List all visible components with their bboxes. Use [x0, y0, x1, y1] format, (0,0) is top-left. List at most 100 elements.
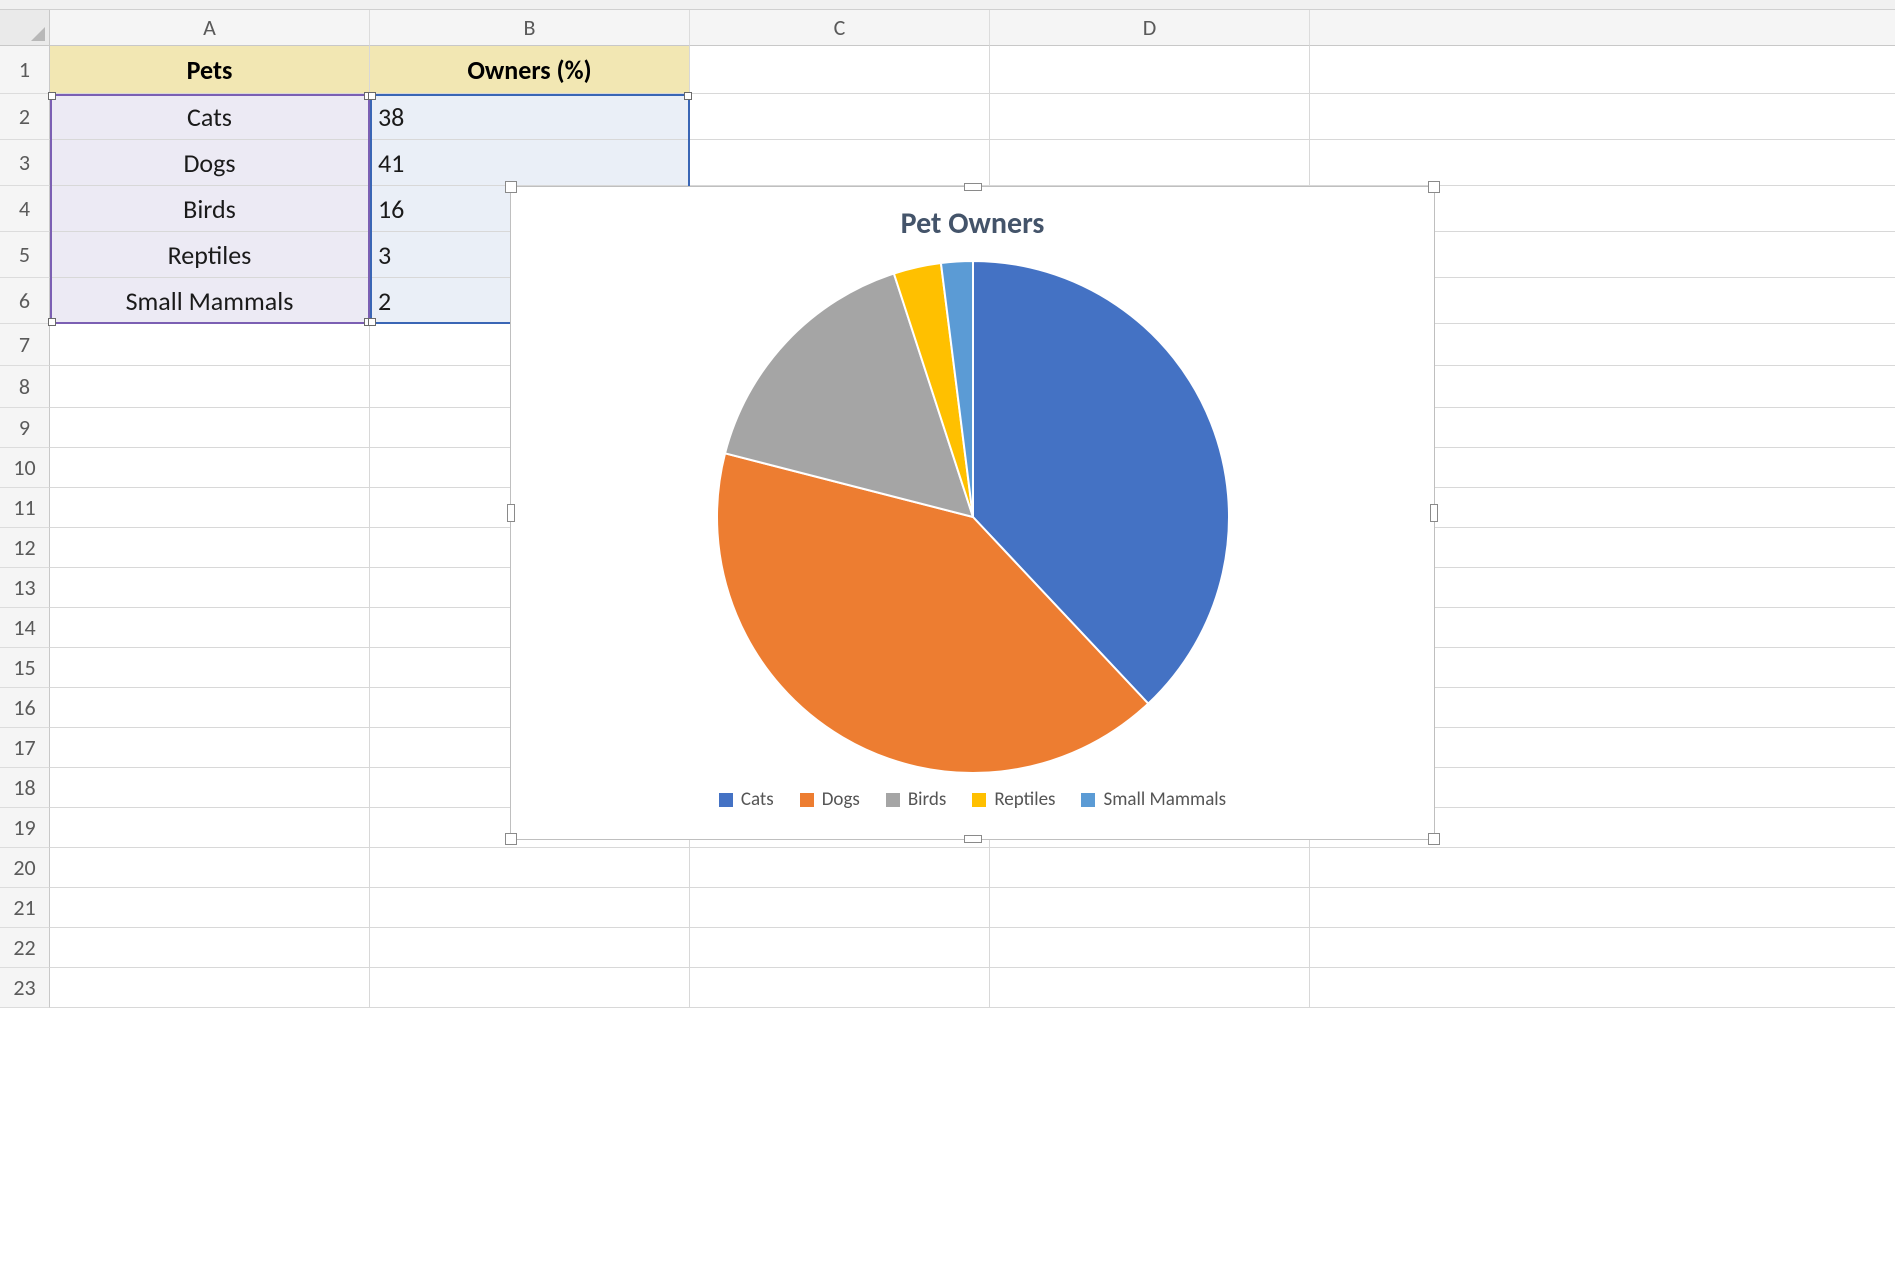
cell-A2[interactable]: Cats: [50, 94, 370, 140]
cell-D2[interactable]: [990, 94, 1310, 140]
cell-A14[interactable]: [50, 608, 370, 648]
row-head-16[interactable]: 16: [0, 688, 50, 728]
row-head-23[interactable]: 23: [0, 968, 50, 1008]
col-head-extra[interactable]: [1310, 10, 1895, 46]
row-head-19[interactable]: 19: [0, 808, 50, 848]
legend-swatch: [1081, 793, 1095, 807]
cell-A18[interactable]: [50, 768, 370, 808]
chart-title[interactable]: Pet Owners: [511, 205, 1434, 242]
cell-A21[interactable]: [50, 888, 370, 928]
legend-item-cats[interactable]: Cats: [719, 788, 774, 811]
chart-handle-se[interactable]: [1428, 833, 1440, 845]
cell-A1[interactable]: Pets: [50, 46, 370, 94]
cell-C21[interactable]: [690, 888, 990, 928]
row-head-20[interactable]: 20: [0, 848, 50, 888]
cell-B3[interactable]: 41: [370, 140, 690, 186]
row-head-21[interactable]: 21: [0, 888, 50, 928]
cell-C22[interactable]: [690, 928, 990, 968]
cell-A19[interactable]: [50, 808, 370, 848]
pie-chart[interactable]: [717, 261, 1229, 773]
legend-item-dogs[interactable]: Dogs: [800, 788, 860, 811]
legend-item-birds[interactable]: Birds: [886, 788, 946, 811]
cell-A4[interactable]: Birds: [50, 186, 370, 232]
chart-handle-e[interactable]: [1430, 504, 1438, 522]
chart-handle-nw[interactable]: [505, 181, 517, 193]
chart-object[interactable]: Pet Owners Cats Dogs Birds Reptiles Small Ma…: [510, 186, 1435, 840]
cell-D21[interactable]: [990, 888, 1310, 928]
col-head-C[interactable]: C: [690, 10, 990, 46]
cell-E20[interactable]: [1310, 848, 1895, 888]
col-head-B[interactable]: B: [370, 10, 690, 46]
chart-handle-n[interactable]: [964, 183, 982, 191]
row-head-3[interactable]: 3: [0, 140, 50, 186]
cell-E21[interactable]: [1310, 888, 1895, 928]
chart-handle-s[interactable]: [964, 835, 982, 843]
row-head-12[interactable]: 12: [0, 528, 50, 568]
cell-E3[interactable]: [1310, 140, 1895, 186]
col-head-A[interactable]: A: [50, 10, 370, 46]
cell-A20[interactable]: [50, 848, 370, 888]
cell-A23[interactable]: [50, 968, 370, 1008]
row-head-22[interactable]: 22: [0, 928, 50, 968]
legend-label: Dogs: [822, 788, 860, 811]
cell-A10[interactable]: [50, 448, 370, 488]
cell-A7[interactable]: [50, 324, 370, 366]
cell-E2[interactable]: [1310, 94, 1895, 140]
cell-C2[interactable]: [690, 94, 990, 140]
cell-A6[interactable]: Small Mammals: [50, 278, 370, 324]
cell-B20[interactable]: [370, 848, 690, 888]
chart-handle-w[interactable]: [507, 504, 515, 522]
cell-E23[interactable]: [1310, 968, 1895, 1008]
cell-D20[interactable]: [990, 848, 1310, 888]
cell-D3[interactable]: [990, 140, 1310, 186]
row-head-2[interactable]: 2: [0, 94, 50, 140]
row-head-13[interactable]: 13: [0, 568, 50, 608]
cell-A8[interactable]: [50, 366, 370, 408]
chart-handle-ne[interactable]: [1428, 181, 1440, 193]
cell-C3[interactable]: [690, 140, 990, 186]
row-head-6[interactable]: 6: [0, 278, 50, 324]
cell-A15[interactable]: [50, 648, 370, 688]
cell-A9[interactable]: [50, 408, 370, 448]
row-head-11[interactable]: 11: [0, 488, 50, 528]
row-head-1[interactable]: 1: [0, 46, 50, 94]
cell-B21[interactable]: [370, 888, 690, 928]
cell-A12[interactable]: [50, 528, 370, 568]
row-head-14[interactable]: 14: [0, 608, 50, 648]
cell-B1[interactable]: Owners (%): [370, 46, 690, 94]
legend-swatch: [886, 793, 900, 807]
row-head-9[interactable]: 9: [0, 408, 50, 448]
row-head-15[interactable]: 15: [0, 648, 50, 688]
cell-A22[interactable]: [50, 928, 370, 968]
cell-E22[interactable]: [1310, 928, 1895, 968]
cell-A3[interactable]: Dogs: [50, 140, 370, 186]
legend-item-small-mammals[interactable]: Small Mammals: [1081, 788, 1226, 811]
row-head-7[interactable]: 7: [0, 324, 50, 366]
cell-A13[interactable]: [50, 568, 370, 608]
cell-A16[interactable]: [50, 688, 370, 728]
cell-C23[interactable]: [690, 968, 990, 1008]
chart-legend[interactable]: Cats Dogs Birds Reptiles Small Mammals: [511, 788, 1434, 811]
row-head-10[interactable]: 10: [0, 448, 50, 488]
cell-C1[interactable]: [690, 46, 990, 94]
cell-D23[interactable]: [990, 968, 1310, 1008]
cell-B22[interactable]: [370, 928, 690, 968]
select-all-corner[interactable]: [0, 10, 50, 46]
cell-B23[interactable]: [370, 968, 690, 1008]
col-head-D[interactable]: D: [990, 10, 1310, 46]
row-head-5[interactable]: 5: [0, 232, 50, 278]
row-head-4[interactable]: 4: [0, 186, 50, 232]
legend-item-reptiles[interactable]: Reptiles: [972, 788, 1055, 811]
cell-C20[interactable]: [690, 848, 990, 888]
cell-D22[interactable]: [990, 928, 1310, 968]
cell-A17[interactable]: [50, 728, 370, 768]
row-head-8[interactable]: 8: [0, 366, 50, 408]
chart-handle-sw[interactable]: [505, 833, 517, 845]
cell-A5[interactable]: Reptiles: [50, 232, 370, 278]
row-head-17[interactable]: 17: [0, 728, 50, 768]
row-head-18[interactable]: 18: [0, 768, 50, 808]
cell-B2[interactable]: 38: [370, 94, 690, 140]
cell-E1[interactable]: [1310, 46, 1895, 94]
cell-A11[interactable]: [50, 488, 370, 528]
cell-D1[interactable]: [990, 46, 1310, 94]
